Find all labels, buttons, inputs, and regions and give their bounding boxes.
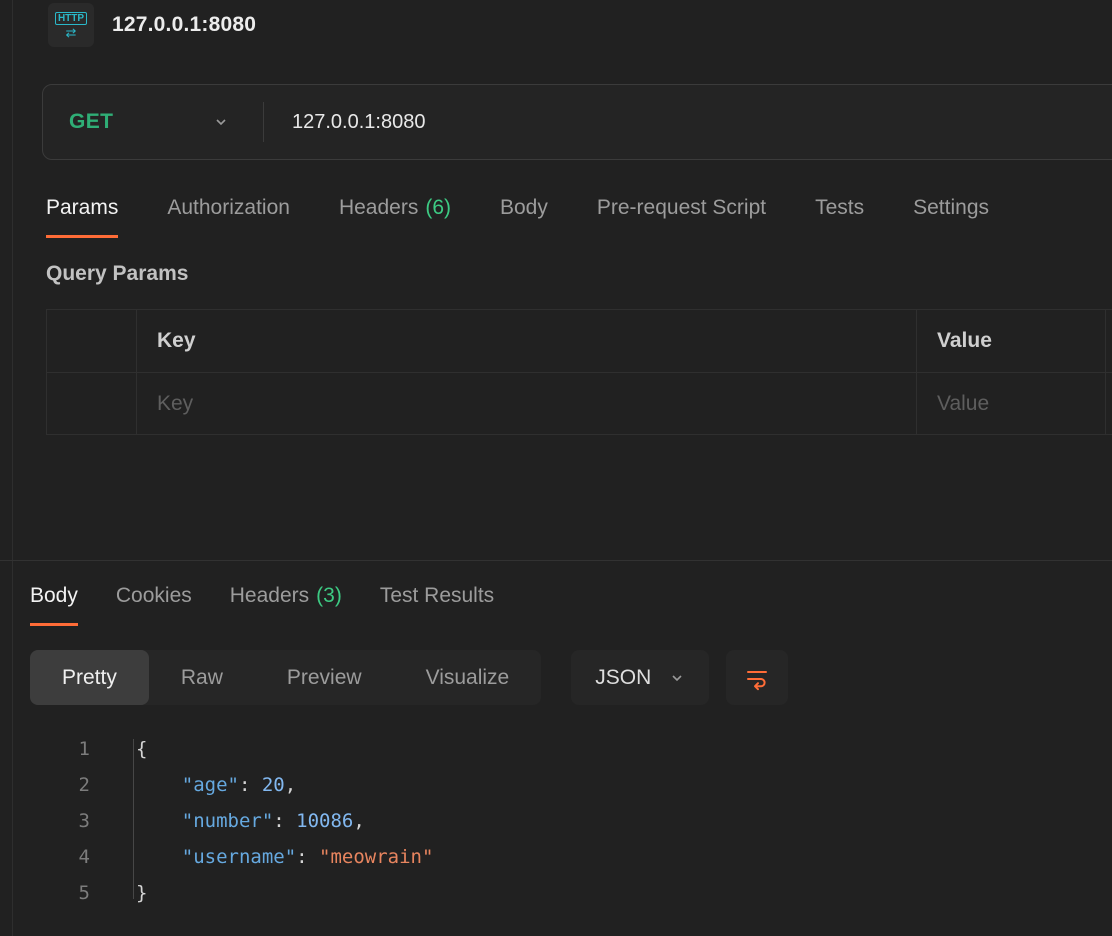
line-number: 5 xyxy=(30,882,90,904)
chevron-down-icon xyxy=(669,670,685,686)
tab-headers-label: Headers xyxy=(339,196,418,219)
tab-params-label: Params xyxy=(46,196,118,219)
tab-headers[interactable]: Headers (6) xyxy=(339,196,451,238)
code-line: 3 "number": 10086, xyxy=(30,803,433,839)
chevron-down-icon xyxy=(213,114,229,130)
line-number: 4 xyxy=(30,846,90,868)
query-params-heading: Query Params xyxy=(46,262,188,286)
format-select[interactable]: JSON xyxy=(571,650,709,705)
request-title: 127.0.0.1:8080 xyxy=(112,13,256,37)
res-tab-headers-count: (3) xyxy=(316,584,342,607)
res-tab-test-results[interactable]: Test Results xyxy=(380,584,494,626)
wrap-lines-button[interactable] xyxy=(726,650,788,705)
code-line: 2 "age": 20, xyxy=(30,767,433,803)
response-view-bar: Pretty Raw Preview Visualize JSON xyxy=(30,650,788,705)
tab-tests-label: Tests xyxy=(815,196,864,219)
tab-body-label: Body xyxy=(500,196,548,219)
view-tab-raw[interactable]: Raw xyxy=(149,650,255,705)
format-select-value: JSON xyxy=(595,666,651,690)
view-tab-visualize-label: Visualize xyxy=(426,666,510,690)
http-badge-text: HTTP xyxy=(55,12,87,25)
tab-settings[interactable]: Settings xyxy=(913,196,989,238)
request-tabs: Params Authorization Headers (6) Body Pre… xyxy=(46,196,989,238)
response-view-tabs: Pretty Raw Preview Visualize xyxy=(30,650,541,705)
view-tab-visualize[interactable]: Visualize xyxy=(394,650,542,705)
res-tab-body[interactable]: Body xyxy=(30,584,78,626)
view-tab-preview[interactable]: Preview xyxy=(255,650,394,705)
tab-headers-count: (6) xyxy=(425,196,451,219)
sidebar-divider xyxy=(12,0,13,936)
param-value-input[interactable]: Value xyxy=(916,372,1105,434)
wrap-lines-icon xyxy=(744,665,770,691)
param-extra-cell xyxy=(1105,372,1112,434)
http-protocol-icon: HTTP ⇄ xyxy=(48,3,94,47)
param-key-input[interactable]: Key xyxy=(136,372,916,434)
param-key-placeholder: Key xyxy=(157,392,193,416)
view-tab-preview-label: Preview xyxy=(287,666,362,690)
res-tab-headers-label: Headers xyxy=(230,584,309,607)
method-label: GET xyxy=(69,110,113,134)
tab-tests[interactable]: Tests xyxy=(815,196,864,238)
res-tab-cookies-label: Cookies xyxy=(116,584,192,607)
table-select-column-header xyxy=(47,310,136,372)
view-tab-pretty[interactable]: Pretty xyxy=(30,650,149,705)
code-line: 5 } xyxy=(30,875,433,911)
http-arrows-icon: ⇄ xyxy=(66,26,77,39)
request-header: HTTP ⇄ 127.0.0.1:8080 xyxy=(48,2,256,48)
url-input[interactable] xyxy=(264,85,1112,159)
table-row-select-cell xyxy=(47,372,136,434)
line-number: 2 xyxy=(30,774,90,796)
code-line: 4 "username": "meowrain" xyxy=(30,839,433,875)
query-params-table: Key Value Key Value xyxy=(46,309,1112,435)
tab-pre-request-script[interactable]: Pre-request Script xyxy=(597,196,766,238)
code-line: 1 { xyxy=(30,731,433,767)
tab-pre-request-script-label: Pre-request Script xyxy=(597,196,766,219)
res-tab-cookies[interactable]: Cookies xyxy=(116,584,192,626)
res-tab-headers[interactable]: Headers (3) xyxy=(230,584,342,626)
res-tab-test-results-label: Test Results xyxy=(380,584,494,607)
pane-splitter[interactable] xyxy=(0,560,1112,561)
url-bar: GET xyxy=(42,84,1112,160)
param-value-placeholder: Value xyxy=(937,392,989,416)
tab-authorization[interactable]: Authorization xyxy=(167,196,290,238)
method-select[interactable]: GET xyxy=(43,85,263,159)
view-tab-pretty-label: Pretty xyxy=(62,666,117,690)
tab-authorization-label: Authorization xyxy=(167,196,290,219)
response-tabs: Body Cookies Headers (3) Test Results xyxy=(30,584,494,626)
tab-params[interactable]: Params xyxy=(46,196,118,238)
tab-body[interactable]: Body xyxy=(500,196,548,238)
line-number: 1 xyxy=(30,738,90,760)
table-header-key: Key xyxy=(136,310,916,372)
view-tab-raw-label: Raw xyxy=(181,666,223,690)
table-header-value: Value xyxy=(916,310,1105,372)
response-code-editor[interactable]: 1 { 2 "age": 20, 3 "number": 10086, 4 "u… xyxy=(30,731,433,911)
tab-settings-label: Settings xyxy=(913,196,989,219)
line-number: 3 xyxy=(30,810,90,832)
res-tab-body-label: Body xyxy=(30,584,78,607)
table-header-extra xyxy=(1105,310,1112,372)
